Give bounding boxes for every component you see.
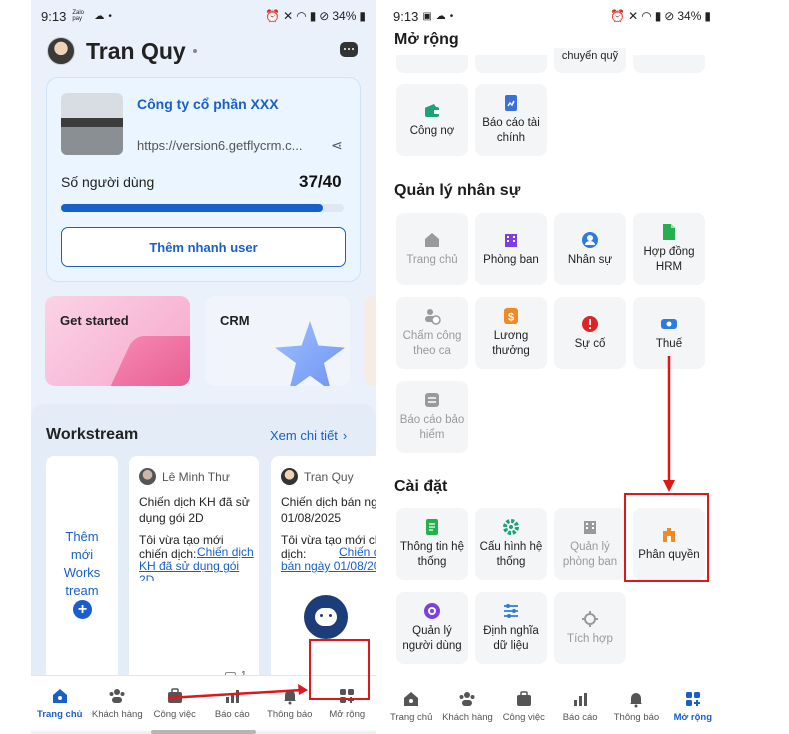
tile-sliders[interactable]: Định nghĩa dữ liệu bbox=[475, 592, 547, 664]
tile-wallet[interactable]: Công nợ bbox=[396, 84, 468, 156]
tile-dollar[interactable]: $ Lương thưởng bbox=[475, 297, 547, 369]
gear-icon bbox=[502, 518, 520, 536]
tile-label: Tích hợp bbox=[567, 632, 613, 645]
partial-tile-label: chuyển quỹ bbox=[561, 50, 619, 62]
tile-label: Quản lý phòng ban bbox=[562, 541, 618, 568]
page-title: Mở rộng bbox=[394, 31, 459, 48]
partial-tile[interactable] bbox=[475, 55, 547, 73]
tile-label: Quản lý người dùng bbox=[402, 625, 462, 652]
nav-reports[interactable]: Báo cáo bbox=[552, 678, 608, 734]
home-icon bbox=[423, 231, 441, 249]
tax-icon bbox=[660, 315, 678, 333]
partial-tile[interactable] bbox=[633, 55, 705, 73]
cloud-icon: ☁ bbox=[435, 10, 446, 22]
user-icon bbox=[581, 231, 599, 249]
status-bar: 9:13 ▣ ☁ • ⏰ ✕ ◠ ▮ ⊘ 34% ▮ bbox=[383, 0, 721, 32]
briefcase-icon bbox=[516, 690, 531, 706]
alarm-icon: ⏰ bbox=[610, 9, 626, 23]
section-title-settings: Cài đặt bbox=[394, 478, 448, 495]
wifi-icon: ◠ bbox=[641, 9, 652, 23]
expand-screen: 9:13 ▣ ☁ • ⏰ ✕ ◠ ▮ ⊘ 34% ▮ Mở rộng chuyể… bbox=[383, 0, 721, 734]
tile-label: Định nghĩa dữ liệu bbox=[483, 625, 539, 652]
tile-label: Trang chủ bbox=[406, 253, 458, 266]
document-icon bbox=[660, 223, 678, 241]
clock-user-icon bbox=[423, 307, 441, 325]
tile-label: Thuế bbox=[655, 337, 683, 350]
tile-home[interactable]: Trang chủ bbox=[396, 213, 468, 285]
tile-report[interactable]: Báo cáo tài chính bbox=[475, 84, 547, 156]
tile-building[interactable]: Phòng ban bbox=[475, 213, 547, 285]
nav-label: Trang chủ bbox=[389, 711, 433, 723]
grid-icon bbox=[685, 691, 700, 706]
tile-label: Chấm công theo ca bbox=[402, 330, 462, 357]
notification-dot-icon: • bbox=[449, 10, 454, 22]
tile-label: Báo cáo tài chính bbox=[482, 117, 540, 144]
home-icon bbox=[404, 691, 419, 706]
nav-notifications[interactable]: Thông báo bbox=[608, 678, 664, 734]
tile-building[interactable]: Quản lý phòng ban bbox=[554, 508, 626, 580]
nav-label: Báo cáo bbox=[562, 711, 598, 723]
tile-label: Sự cố bbox=[574, 337, 606, 350]
tile-label: Nhân sự bbox=[567, 253, 613, 266]
annotation-box-permission bbox=[624, 493, 709, 582]
nav-label: Khách hàng bbox=[442, 711, 493, 723]
signal-icon: ▮ bbox=[654, 9, 662, 23]
tile-clock-user[interactable]: Chấm công theo ca bbox=[396, 297, 468, 369]
tile-label: Phòng ban bbox=[483, 253, 539, 266]
tile-user-manage[interactable]: Quản lý người dùng bbox=[396, 592, 468, 664]
dollar-icon: $ bbox=[502, 307, 520, 325]
nav-tasks[interactable]: Công việc bbox=[496, 678, 552, 734]
tile-gear[interactable]: Cấu hình hệ thống bbox=[475, 508, 547, 580]
nav-label: Thông báo bbox=[613, 711, 660, 723]
tile-info-doc[interactable]: Thông tin hệ thống bbox=[396, 508, 468, 580]
nav-customers[interactable]: Khách hàng bbox=[439, 678, 495, 734]
nav-more[interactable]: Mở rộng bbox=[665, 678, 721, 734]
partial-tile[interactable]: chuyển quỹ bbox=[554, 48, 626, 73]
tile-label: Thông tin hệ thống bbox=[400, 541, 464, 568]
building-icon bbox=[502, 231, 520, 249]
nav-label: Mở rộng bbox=[673, 711, 713, 723]
info-doc-icon bbox=[423, 518, 441, 536]
people-icon bbox=[459, 691, 475, 706]
tile-user[interactable]: Nhân sự bbox=[554, 213, 626, 285]
sliders-icon bbox=[502, 602, 520, 620]
tile-alert[interactable]: Sự cố bbox=[554, 297, 626, 369]
battery-icon: ▮ bbox=[704, 9, 711, 23]
tile-label: Lương thưởng bbox=[492, 330, 530, 357]
building-icon bbox=[581, 518, 599, 536]
alert-icon bbox=[581, 315, 599, 333]
no-sim-icon: ⊘ bbox=[664, 9, 675, 23]
nav-home[interactable]: Trang chủ bbox=[383, 678, 439, 734]
tile-integration[interactable]: Tích hợp bbox=[554, 592, 626, 664]
bell-icon bbox=[630, 692, 643, 707]
tile-label: Báo cáo bảo hiểm bbox=[399, 414, 465, 441]
integration-icon bbox=[581, 610, 599, 628]
image-icon: ▣ bbox=[422, 10, 432, 22]
mute-icon: ✕ bbox=[628, 9, 639, 23]
battery-level: 34% bbox=[677, 9, 702, 23]
bottom-nav: Trang chủ Khách hàng Công việc Báo cáo T… bbox=[383, 678, 721, 734]
tile-checklist[interactable]: Báo cáo bảo hiểm bbox=[396, 381, 468, 453]
section-title-hr: Quản lý nhân sự bbox=[394, 182, 521, 199]
tile-label: Cấu hình hệ thống bbox=[479, 541, 543, 568]
report-icon bbox=[502, 94, 520, 112]
svg-text:$: $ bbox=[508, 312, 514, 324]
chart-icon bbox=[574, 692, 588, 706]
checklist-icon bbox=[423, 391, 441, 409]
user-manage-icon bbox=[423, 602, 441, 620]
tile-label: Hợp đồng HRM bbox=[643, 246, 695, 273]
wallet-icon bbox=[423, 102, 441, 120]
partial-tile[interactable] bbox=[396, 55, 468, 73]
tile-tax[interactable]: Thuế bbox=[633, 297, 705, 369]
status-time: 9:13 bbox=[393, 8, 419, 24]
tile-document[interactable]: Hợp đồng HRM bbox=[633, 213, 705, 285]
nav-label: Công việc bbox=[502, 711, 545, 723]
tile-label: Công nợ bbox=[409, 124, 455, 137]
